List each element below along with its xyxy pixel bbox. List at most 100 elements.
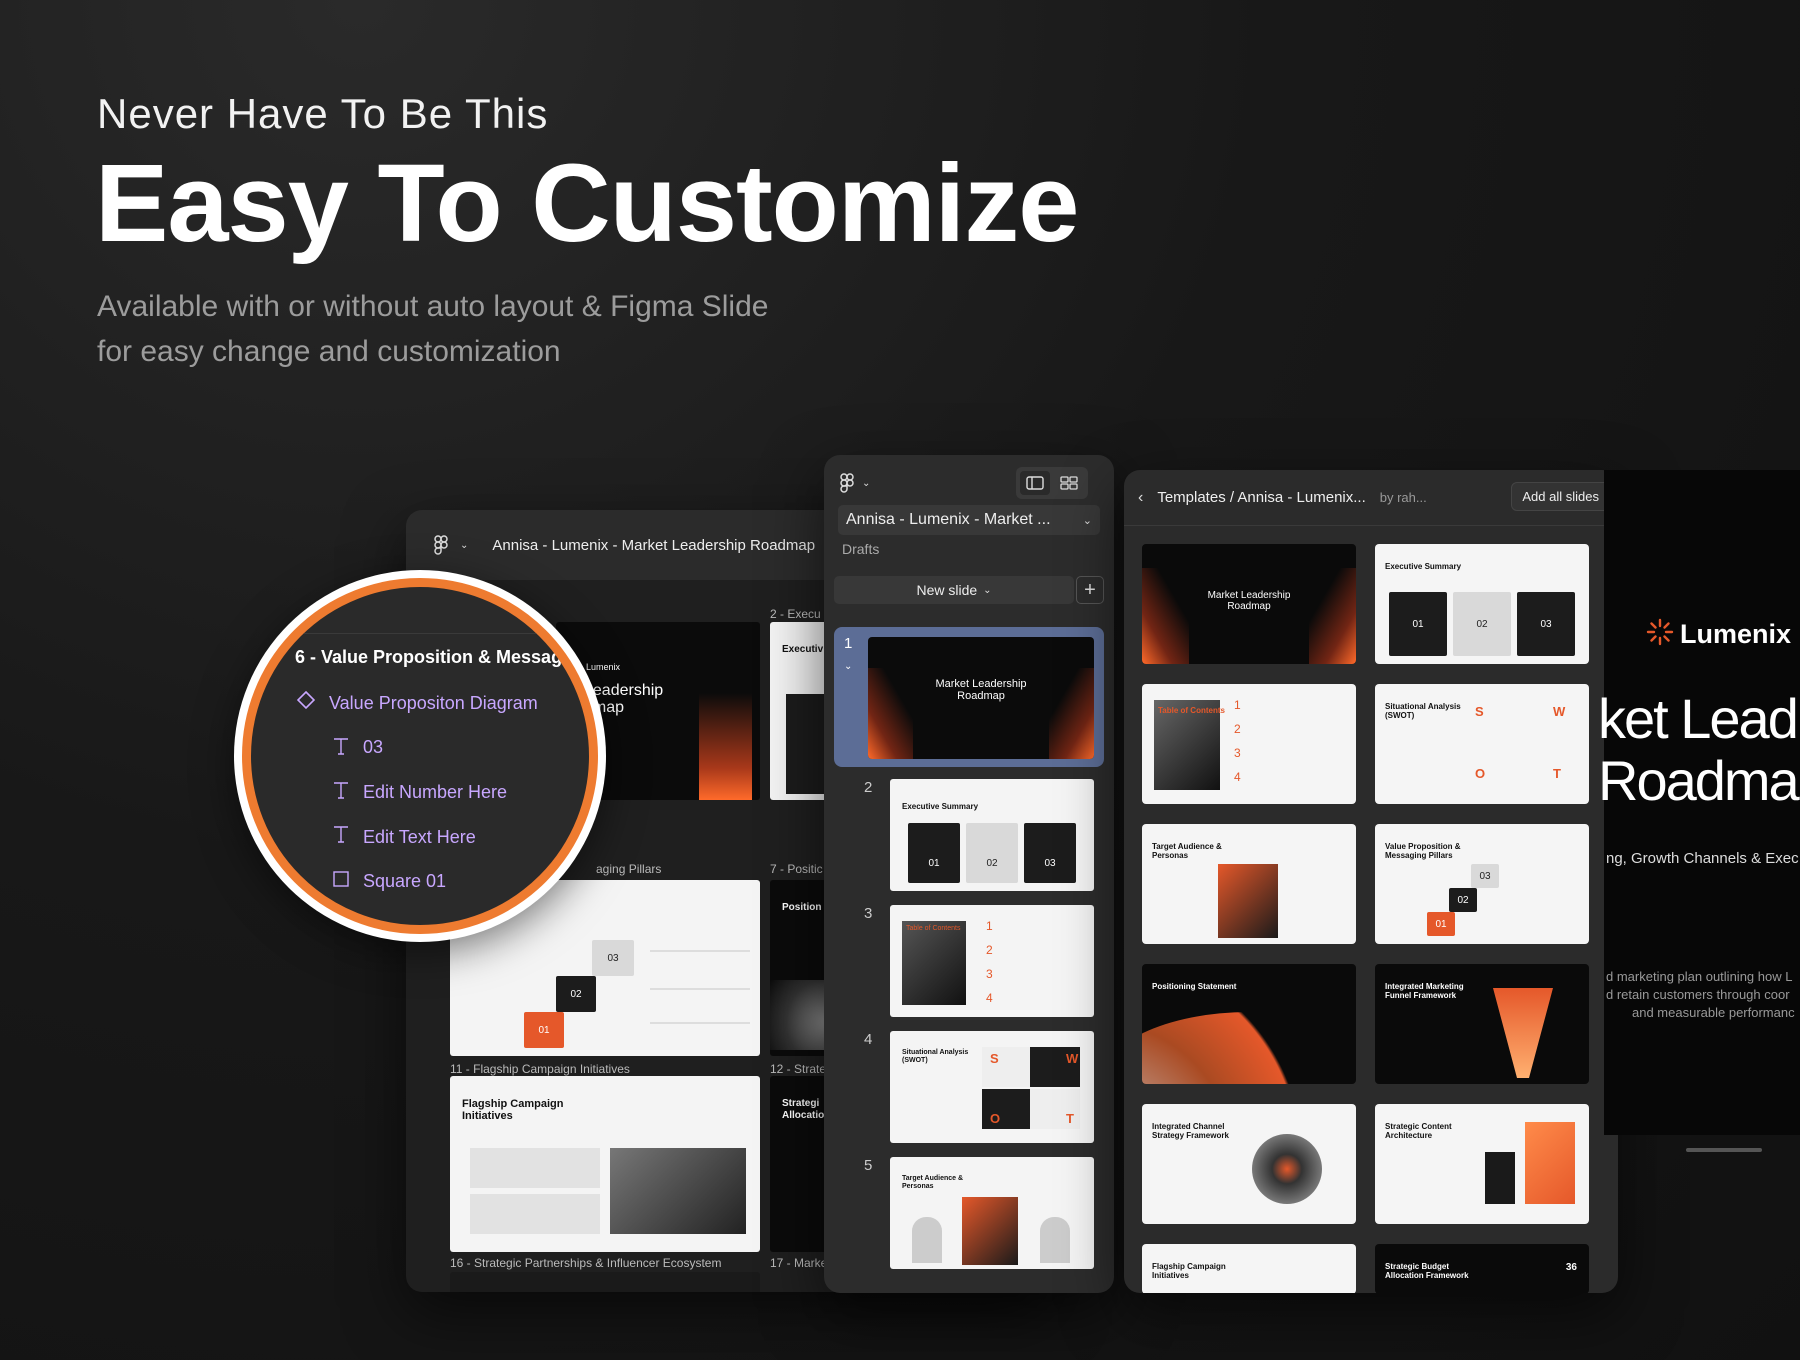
toc-item-4: 4 [1234,770,1241,784]
frame-label-2[interactable]: 2 - Execu [770,607,821,621]
chevron-down-icon[interactable]: ⌄ [460,540,468,551]
template-thumb-9[interactable]: Integrated Channel Strategy Framework [1142,1104,1356,1224]
text-icon [333,737,349,760]
hero-subtitle: Available with or without auto layout & … [97,284,997,374]
templates-breadcrumb[interactable]: Templates / Annisa - Lumenix... [1157,489,1365,506]
slide-title: Strategi Allocatio [782,1098,825,1121]
slide-thumb-3: Table of Contents 1 2 3 4 [890,905,1094,1017]
preview-title: ket Lead Roadma [1598,687,1800,812]
slide-list-item-5[interactable]: 5 Target Audience & Personas [834,1153,1104,1273]
template-thumb-title: Value Proposition & Messaging Pillars [1385,842,1461,860]
figma-logo-icon[interactable] [434,535,448,555]
slide-list-item-2[interactable]: 2 Executive Summary 01 02 03 [834,775,1104,895]
template-box-1: 01 [1389,592,1447,656]
frame-label-7[interactable]: 7 - Positic [770,862,823,876]
template-thumb-title: Integrated Channel Strategy Framework [1152,1122,1229,1140]
home-indicator [1686,1148,1762,1152]
preview-body: d marketing plan outlining how L d retai… [1606,968,1795,1022]
swot-letter-3: O [1475,766,1486,781]
file-location: Drafts [842,541,880,557]
file-name: Annisa - Lumenix - Market ... [846,511,1051,528]
slide-thumb-title: Market Leadership Roadmap [935,678,1027,703]
diamond-icon [296,690,316,714]
template-thumb-11[interactable]: Flagship Campaign Initiatives [1142,1244,1356,1293]
slide-list-item-1[interactable]: 1 ⌄ Market Leadership Roadmap [834,627,1104,767]
layer-item-0[interactable]: Value Propositon Diagram [329,693,538,714]
template-thumb-title: Strategic Budget Allocation Framework [1385,1262,1469,1280]
layers-zoom-callout: ‹ 6 - Value Proposition & Messag Value P… [234,570,606,942]
slide-number: 3 [864,905,873,922]
file-name-dropdown[interactable]: Annisa - Lumenix - Market ... ⌄ [838,505,1100,535]
template-thumb-5[interactable]: Target Audience & Personas [1142,824,1356,944]
layer-item-4[interactable]: Square 01 [363,871,446,892]
slide-thumb-title: Target Audience & Personas [902,1175,964,1190]
swot-letter-1: S [1475,704,1484,719]
slide-list-item-3[interactable]: 3 Table of Contents 1 2 3 4 [834,901,1104,1021]
template-thumb-1[interactable]: Market Leadership Roadmap [1142,544,1356,664]
chevron-left-icon[interactable]: ‹ [273,651,277,665]
text-icon [333,781,349,804]
layer-item-3[interactable]: Edit Text Here [363,827,476,848]
slide-list-item-4[interactable]: 4 Situational Analysis (SWOT) S W O T [834,1027,1104,1147]
new-slide-label: New slide [916,582,978,598]
canvas-slide-16[interactable] [450,1272,760,1292]
frame-label-6[interactable]: aging Pillars [596,862,661,876]
preview-subtitle: ng, Growth Channels & Exec [1606,850,1799,867]
slide-thumb-title: Situational Analysis (SWOT) [902,1049,969,1064]
exec-box-1: 01 [908,823,960,883]
frame-label-11[interactable]: 11 - Flagship Campaign Initiatives [450,1062,630,1076]
template-thumb-3[interactable]: Table of Contents 1 2 3 4 [1142,684,1356,804]
add-slide-icon[interactable]: + [1076,576,1104,604]
template-thumb-8[interactable]: Integrated Marketing Funnel Framework [1375,964,1589,1084]
figma-logo-icon[interactable] [840,473,854,493]
preview-body-line-3: and measurable performanc [1632,1005,1795,1020]
frame-icon [333,871,349,892]
template-thumb-title: Integrated Marketing Funnel Framework [1385,982,1464,1000]
template-thumb-12[interactable]: Strategic Budget Allocation Framework 36 [1375,1244,1589,1293]
template-thumb-2[interactable]: Executive Summary 01 02 03 [1375,544,1589,664]
view-toggle [1016,467,1088,499]
add-all-slides-button[interactable]: Add all slides [1511,482,1610,511]
layer-frame-name[interactable]: 6 - Value Proposition & Messag [295,647,562,668]
template-thumb-title: Positioning Statement [1152,982,1237,991]
frame-label-12[interactable]: 12 - Strate [770,1062,826,1076]
grid-view-icon[interactable] [1054,471,1084,495]
chevron-down-icon: ⌄ [1082,514,1092,527]
template-box-3: 03 [1517,592,1575,656]
canvas-slide-7[interactable]: Position [770,880,830,1056]
frame-label-17[interactable]: 17 - Marke [770,1256,827,1270]
single-view-icon[interactable] [1020,471,1050,495]
template-thumb-7[interactable]: Positioning Statement [1142,964,1356,1084]
chevron-down-icon[interactable]: ⌄ [862,478,870,489]
layer-item-2[interactable]: Edit Number Here [363,782,507,803]
slide-title: Flagship Campaign Initiatives [462,1098,564,1122]
slide-thumb-title: Table of Contents [906,925,961,932]
template-thumb-10[interactable]: Strategic Content Architecture [1375,1104,1589,1224]
slide-title: Executiv [782,644,824,655]
template-thumb-6[interactable]: Value Proposition & Messaging Pillars 03 0… [1375,824,1589,944]
new-slide-button[interactable]: New slide ⌄ [834,576,1074,604]
toc-item-1: 1 [986,919,993,933]
slide-thumb-5: Target Audience & Personas [890,1157,1094,1269]
templates-panel: ‹ Templates / Annisa - Lumenix... by rah… [1124,470,1618,1293]
sun-logo-icon [1646,618,1674,651]
preview-title-line-2: Roadma [1598,749,1800,812]
back-arrow-icon[interactable]: ‹ [1138,489,1143,507]
slides-panel: ⌄ Annisa - Lumenix - Market ... ⌄ Drafts… [824,455,1114,1293]
vp-box-1: 01 [524,1012,564,1048]
template-thumb-4[interactable]: Situational Analysis (SWOT) S W O T [1375,684,1589,804]
text-icon [333,825,349,848]
canvas-slide-12[interactable]: Strategi Allocatio [770,1076,830,1252]
canvas-slide-2[interactable]: Executiv [770,622,830,800]
toc-item-3: 3 [1234,746,1241,760]
layer-item-1[interactable]: 03 [363,737,383,758]
vp-box-3: 03 [592,940,634,976]
chevron-down-icon: ⌄ [983,584,992,596]
canvas-slide-11[interactable]: Flagship Campaign Initiatives [450,1076,760,1252]
preview-brand: Lumenix [1680,619,1792,649]
preview-title-line-1: ket Lead [1598,687,1799,750]
swot-w: W [1066,1051,1079,1066]
frame-label-16[interactable]: 16 - Strategic Partnerships & Influencer… [450,1256,721,1270]
chevron-down-icon[interactable]: ⌄ [844,661,852,672]
template-box-2: 02 [1449,888,1477,912]
